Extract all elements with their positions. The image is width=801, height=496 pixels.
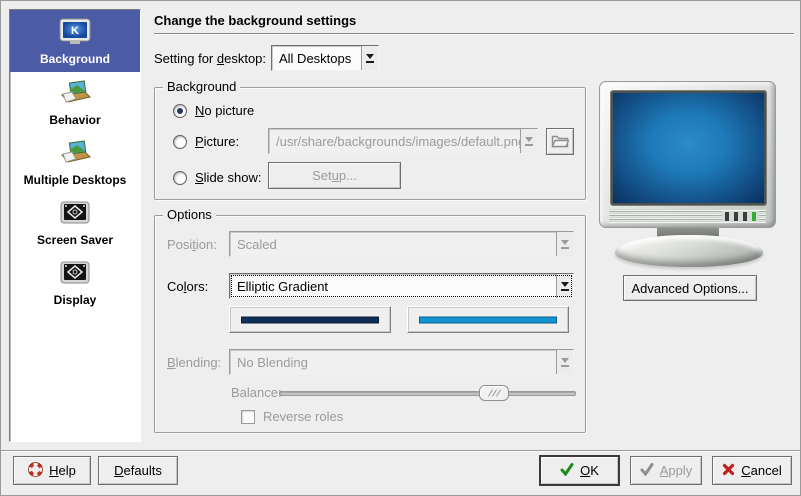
x-icon [722,463,735,479]
color2-button[interactable] [407,306,569,333]
chevron-down-icon [556,350,573,374]
slide-show-radio[interactable] [173,171,187,185]
apply-button-label: Apply [660,463,693,478]
defaults-button-label: Defaults [114,463,162,478]
sidebar-item-background[interactable]: K Background [10,10,140,72]
colors-combobox[interactable]: Elliptic Gradient [229,273,574,299]
folder-icon [551,133,569,151]
sidebar-item-screen-saver[interactable]: Screen Saver [10,192,140,252]
blending-combobox: No Blending [229,349,574,375]
svg-text:K: K [71,25,79,37]
module-list: K Background Behavior [9,9,141,442]
sidebar-item-label: Multiple Desktops [24,173,127,187]
advanced-options-button[interactable]: Advanced Options... [623,275,757,301]
options-group-title: Options [163,207,216,222]
monitor-leds [722,211,759,222]
footer-divider [1,450,801,452]
ok-button-label: OK [580,463,599,478]
sidebar-item-multiple-desktops[interactable]: Multiple Desktops [10,132,140,192]
picture-path-combobox: /usr/share/backgrounds/images/default.pn… [268,128,538,154]
setup-button-label: Setup... [312,168,357,183]
apply-button: Apply [630,456,702,485]
sidebar-item-label: Screen Saver [37,233,113,247]
check-icon [560,463,574,479]
position-label: Position: [167,237,217,252]
color1-button[interactable] [229,306,391,333]
no-picture-radio-row[interactable]: No picture [173,103,254,118]
desktop-layers-icon [57,78,93,108]
slide-show-radio-row[interactable]: Slide show: [173,170,261,185]
background-group-title: Background [163,79,240,94]
monitor-base [615,235,763,267]
color2-swatch [419,316,557,323]
chevron-down-icon [556,232,573,256]
colors-label: Colors: [167,279,208,294]
balance-slider-groove [279,391,576,396]
help-icon [28,462,43,480]
sidebar-item-display[interactable]: Display [10,252,140,312]
slide-show-label: Slide show: [195,170,261,185]
browse-picture-button [546,128,574,155]
monitor-icon: K [57,17,93,47]
background-settings-dialog: K Background Behavior [0,0,801,496]
picture-radio-row[interactable]: Picture: [173,134,239,149]
sidebar-item-behavior[interactable]: Behavior [10,72,140,132]
advanced-options-label: Advanced Options... [631,281,748,296]
sidebar-item-label: Background [40,52,110,66]
help-button[interactable]: Help [13,456,91,485]
cancel-button[interactable]: Cancel [712,456,792,485]
preview-screen [611,91,766,205]
chevron-down-icon [361,46,378,70]
chevron-down-icon [520,129,537,153]
no-picture-label: No picture [195,103,254,118]
reverse-roles-row: Reverse roles [241,409,343,424]
desktop-combobox[interactable]: All Desktops [271,45,379,71]
ok-button[interactable]: OK [539,455,620,486]
sidebar-item-label: Behavior [49,113,100,127]
defaults-button[interactable]: Defaults [98,456,178,485]
title-divider [154,33,794,35]
balance-slider [279,384,576,402]
picture-radio[interactable] [173,135,187,149]
reverse-roles-checkbox [241,410,255,424]
dark-screen-icon [57,198,93,228]
sidebar-item-label: Display [54,293,97,307]
check-icon-gray [640,463,654,479]
desktop-layers-icon [57,138,93,168]
balance-slider-handle [479,385,509,401]
picture-label: Picture: [195,134,239,149]
blending-label: Blending: [167,355,221,370]
setting-for-desktop-label: Setting for desktop: [154,51,266,66]
help-button-label: Help [49,463,76,478]
reverse-roles-label: Reverse roles [263,409,343,424]
chevron-down-icon [556,274,573,298]
dark-screen-icon [57,258,93,288]
preview-monitor [599,81,776,228]
position-combobox: Scaled [229,231,574,257]
setup-button: Setup... [268,162,401,189]
color1-swatch [241,316,379,323]
cancel-button-label: Cancel [741,463,781,478]
page-title: Change the background settings [154,13,356,28]
no-picture-radio[interactable] [173,104,187,118]
balance-label: Balance: [231,385,282,400]
